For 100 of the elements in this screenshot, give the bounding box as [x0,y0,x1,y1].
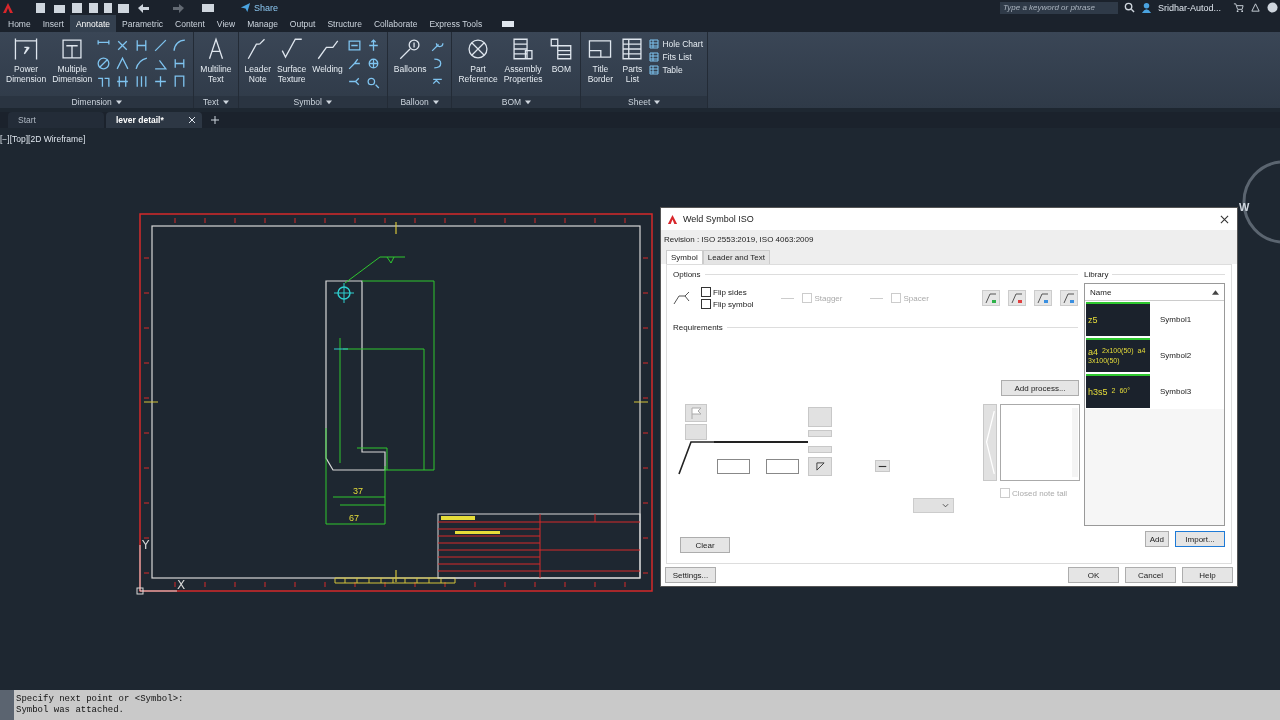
caret-icon[interactable] [222,99,229,105]
ribbon-tab[interactable]: Collaborate [367,15,424,32]
symbol-option-button[interactable] [982,290,1000,306]
file-tab[interactable]: lever detail* [106,112,202,128]
ribbon-tab[interactable]: Home [2,15,37,32]
tool-icon [510,36,536,62]
panel-title[interactable]: Dimension [71,97,112,107]
cancel-button[interactable]: Cancel [1125,567,1176,583]
close-icon[interactable] [1220,214,1229,224]
ribbon-tab[interactable]: Annotate [69,15,116,32]
name-column-header[interactable]: Name [1085,284,1224,301]
dialog-tab[interactable]: Symbol [666,250,703,264]
library-item[interactable]: z5 Symbol1 [1085,301,1224,337]
ribbon-tab[interactable]: Content [169,15,211,32]
paper-plane-icon [240,2,251,13]
ribbon-tool-button[interactable]: Leader Note [242,36,273,84]
ribbon-tool-button[interactable]: Assembly Properties [501,36,545,84]
workspace-switch-icon[interactable] [502,21,515,27]
add-process-button[interactable]: Add process... [1001,380,1079,396]
ribbon-tool-button[interactable]: Title Border [585,36,616,84]
caret-icon[interactable] [432,99,439,105]
panel-title[interactable]: Sheet [628,97,651,107]
flag-icon [689,406,703,420]
checkbox[interactable]: Flip sides [701,287,754,297]
panel-title[interactable]: BOM [501,97,522,107]
ribbon-tool-button[interactable]: Balloons [391,36,429,74]
ribbon-list-tool[interactable]: Hole Chart [649,39,704,49]
symbol-option-button[interactable] [1060,290,1078,306]
share-button[interactable]: Share [240,2,279,13]
sort-ascending-icon [1212,289,1219,295]
dimension-input-field[interactable] [766,459,799,474]
ribbon-tool-button[interactable]: Part Reference [456,36,500,84]
ribbon-list-tool[interactable]: Fits List [649,52,704,62]
panel-title[interactable]: Symbol [293,97,322,107]
caret-icon[interactable] [325,99,332,105]
user-icon[interactable] [1140,2,1152,13]
group-title: Options [673,270,701,279]
small-tool-icon[interactable] [115,56,131,71]
small-tool-icon[interactable] [153,74,169,89]
symbol-option-button[interactable] [1008,290,1026,306]
new-tab-icon[interactable] [210,115,220,125]
ok-button[interactable]: OK [1068,567,1119,583]
cart-icon[interactable] [1233,2,1244,13]
ribbon-tab[interactable]: Output [283,15,322,32]
viewport-label[interactable]: [−][Top][2D Wireframe] [0,134,86,144]
small-tool-icon[interactable] [134,56,150,71]
ribbon-tab[interactable]: View [210,15,242,32]
weld-symbol-button[interactable] [808,457,832,476]
ribbon-tool-button[interactable]: Multiple Dimension [50,36,95,84]
ribbon-list-tool[interactable]: Table [649,65,704,75]
caret-icon[interactable] [525,99,532,105]
caret-icon[interactable] [654,99,661,105]
small-tool-icon[interactable] [172,38,188,53]
add-button[interactable]: Add [1144,531,1169,547]
dimension-input-field[interactable] [717,459,750,474]
ribbon-tool-button[interactable]: Surface Texture [274,36,309,84]
caret-icon[interactable] [115,99,122,105]
search-icon[interactable] [1123,2,1135,13]
ribbon-tool-button[interactable]: Parts List [617,36,648,84]
help-button[interactable]: Help [1182,567,1233,583]
table-icon [649,65,660,75]
ribbon-tab[interactable]: Insert [36,15,70,32]
ucs-axis-label: Y [142,538,150,552]
ribbon-tool-button[interactable]: Multiline Text [198,36,234,84]
ucs-origin-icon [136,587,144,595]
arrow-line [678,441,714,475]
chevron-down-icon [942,503,949,508]
tool-icon [13,36,40,62]
ribbon-tool-button[interactable]: Welding [310,36,345,74]
weld-leader-icon [1010,291,1024,305]
settings-button[interactable]: Settings... [665,567,716,583]
network-icon[interactable] [1250,2,1261,13]
viewcube-compass-label[interactable]: W [1239,201,1250,213]
command-history-line: Symbol was attached. [16,705,126,716]
import-button[interactable]: Import... [1175,531,1225,547]
revision-text: Revision : ISO 2553:2019, ISO 4063:2009 [664,234,814,244]
ribbon-tab[interactable]: Express Tools [423,15,489,32]
dialog-title: Weld Symbol ISO [683,214,754,224]
group-title: Requirements [673,323,723,332]
small-tool-icon[interactable] [96,56,112,71]
small-tool-icon[interactable] [346,38,362,53]
file-tab[interactable]: Start [8,112,104,128]
checkbox[interactable]: Flip symbol [701,299,754,309]
dialog-tab[interactable]: Leader and Text [702,250,770,264]
search-field[interactable]: Type a keyword or phrase [999,1,1118,14]
fillet-icon [815,462,825,471]
symbol-option-button[interactable] [1034,290,1052,306]
clear-button[interactable]: Clear [680,537,730,553]
user-name[interactable]: Sridhar-Autod... [1157,2,1221,13]
small-tool-icon[interactable] [346,56,362,71]
ribbon-tool-button[interactable]: BOM [546,36,577,74]
ribbon-tab[interactable]: Parametric [116,15,170,32]
ribbon-tab[interactable]: Structure [321,15,368,32]
small-tool-icon[interactable] [115,74,131,89]
command-line-handle[interactable] [0,690,14,720]
ribbon-tab[interactable]: Manage [241,15,284,32]
app-logo-icon[interactable] [2,1,14,14]
line-button[interactable] [875,460,890,472]
small-tool-icon[interactable] [153,38,169,53]
ribbon-tool-button[interactable]: Power Dimension [4,36,49,84]
